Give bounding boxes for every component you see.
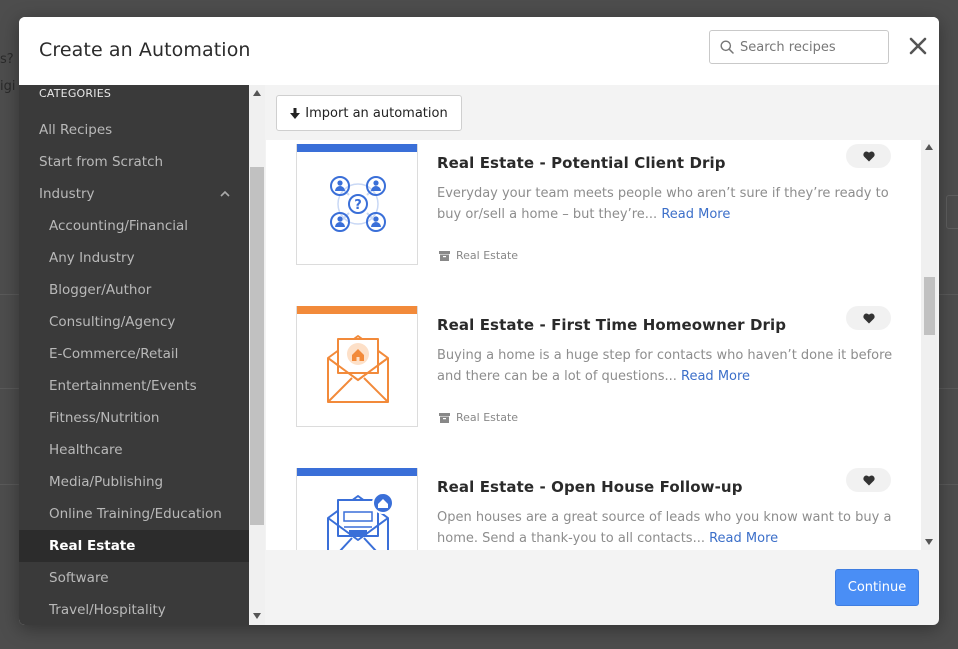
recipe-description: Buying a home is a huge step for contact… (437, 345, 902, 387)
background-element (946, 195, 958, 229)
close-icon (909, 37, 927, 55)
scroll-up-arrow-icon[interactable] (925, 144, 933, 150)
recipe-list-scrollbar[interactable] (921, 140, 937, 550)
archive-box-icon (439, 412, 450, 423)
background-text: s? (0, 52, 14, 67)
sidebar-item-real-estate[interactable]: Real Estate (19, 530, 249, 562)
read-more-link[interactable]: Read More (681, 369, 750, 384)
heart-icon (862, 475, 875, 485)
search-recipes-input[interactable] (740, 39, 880, 55)
sidebar-item-label: Media/Publishing (49, 474, 164, 490)
recipe-tag-label: Real Estate (456, 411, 519, 424)
sidebar-item-label: Software (49, 570, 109, 586)
categories-heading: CATEGORIES (39, 87, 112, 100)
recipe-title[interactable]: Real Estate - Open House Follow-up (437, 478, 743, 496)
sidebar-item-label: Start from Scratch (39, 154, 164, 170)
scroll-down-arrow-icon[interactable] (925, 539, 933, 545)
sidebar-item-label: Accounting/Financial (49, 218, 189, 234)
sidebar-item-any-industry[interactable]: Any Industry (19, 242, 249, 274)
scroll-down-arrow-icon[interactable] (253, 613, 261, 619)
download-arrow-icon (290, 107, 301, 119)
network-people-icon: ? (330, 176, 386, 232)
create-automation-modal: Create an Automation CATEGORIES All Reci… (19, 17, 939, 625)
sidebar-item-label: Blogger/Author (49, 282, 152, 298)
close-button[interactable] (905, 33, 931, 59)
recipe-tag-label: Real Estate (456, 249, 519, 262)
recipe-thumbnail[interactable] (296, 306, 418, 427)
envelope-house-icon (327, 335, 389, 403)
scroll-up-arrow-icon[interactable] (253, 90, 261, 96)
sidebar-item-label: Travel/Hospitality (49, 602, 166, 618)
sidebar-item-all-recipes[interactable]: All Recipes (19, 114, 249, 146)
sidebar-item-label: Online Training/Education (49, 506, 222, 522)
sidebar-item-label: Fitness/Nutrition (49, 410, 160, 426)
recipe-thumbnail[interactable] (296, 468, 418, 550)
sidebar-item-label: Real Estate (49, 538, 136, 554)
sidebar-scrollbar[interactable] (249, 85, 265, 625)
sidebar-item-entertainment-events[interactable]: Entertainment/Events (19, 370, 249, 402)
background-text: igi (0, 79, 16, 94)
archive-box-icon (439, 250, 450, 261)
sidebar-scrollbar-thumb[interactable] (250, 167, 264, 525)
sidebar-item-label: Industry (39, 186, 95, 202)
sidebar-item-label: Healthcare (49, 442, 123, 458)
recipe-description-text: Open houses are a great source of leads … (437, 510, 892, 546)
sidebar-item-media-publishing[interactable]: Media/Publishing (19, 466, 249, 498)
favorite-button[interactable] (846, 144, 891, 168)
search-icon (720, 40, 734, 54)
sidebar-item-label: All Recipes (39, 122, 113, 138)
svg-text:?: ? (354, 198, 362, 213)
modal-header: Create an Automation (19, 17, 939, 85)
sidebar-item-industry[interactable]: Industry (19, 178, 249, 210)
heart-icon (862, 151, 875, 161)
modal-title: Create an Automation (39, 39, 251, 61)
sidebar-item-label: Any Industry (49, 250, 135, 266)
recipe-title[interactable]: Real Estate - Potential Client Drip (437, 154, 726, 172)
heart-icon (862, 313, 875, 323)
sidebar-item-label: Consulting/Agency (49, 314, 176, 330)
sidebar-item-accounting-financial[interactable]: Accounting/Financial (19, 210, 249, 242)
favorite-button[interactable] (846, 468, 891, 492)
recipe-title[interactable]: Real Estate - First Time Homeowner Drip (437, 316, 786, 334)
sidebar-item-label: Entertainment/Events (49, 378, 197, 394)
sidebar-item-online-training-education[interactable]: Online Training/Education (19, 498, 249, 530)
sidebar-item-ecommerce-retail[interactable]: E-Commerce/Retail (19, 338, 249, 370)
sidebar-item-consulting-agency[interactable]: Consulting/Agency (19, 306, 249, 338)
read-more-link[interactable]: Read More (709, 531, 778, 546)
recipe-thumbnail[interactable]: ? (296, 144, 418, 265)
sidebar-item-travel-hospitality[interactable]: Travel/Hospitality (19, 594, 249, 625)
import-automation-label: Import an automation (305, 105, 448, 121)
chevron-up-icon (220, 190, 230, 197)
search-recipes-field[interactable] (709, 30, 889, 64)
continue-button[interactable]: Continue (835, 569, 919, 606)
recipe-description: Open houses are a great source of leads … (437, 507, 902, 549)
recipe-tag: Real Estate (439, 249, 518, 262)
sidebar-item-fitness-nutrition[interactable]: Fitness/Nutrition (19, 402, 249, 434)
categories-sidebar: CATEGORIES All Recipes Start from Scratc… (19, 85, 249, 625)
recipe-description-text: Buying a home is a huge step for contact… (437, 348, 893, 384)
read-more-link[interactable]: Read More (661, 207, 730, 222)
recipe-description: Everyday your team meets people who aren… (437, 183, 902, 225)
recipe-list: ? Real Estate - Potential Client Drip Ev… (266, 140, 921, 550)
envelope-letter-house-icon (327, 492, 394, 550)
recipe-item[interactable]: Real Estate - First Time Homeowner Drip … (266, 300, 921, 462)
sidebar-item-label: E-Commerce/Retail (49, 346, 179, 362)
sidebar-item-healthcare[interactable]: Healthcare (19, 434, 249, 466)
sidebar-item-blogger-author[interactable]: Blogger/Author (19, 274, 249, 306)
recipe-list-scrollbar-thumb[interactable] (924, 277, 935, 335)
recipe-tag: Real Estate (439, 411, 518, 424)
recipe-item[interactable]: Real Estate - Open House Follow-up Open … (266, 462, 921, 550)
import-automation-button[interactable]: Import an automation (276, 95, 462, 131)
favorite-button[interactable] (846, 306, 891, 330)
sidebar-item-software[interactable]: Software (19, 562, 249, 594)
recipe-item[interactable]: ? Real Estate - Potential Client Drip Ev… (266, 140, 921, 300)
sidebar-item-start-from-scratch[interactable]: Start from Scratch (19, 146, 249, 178)
